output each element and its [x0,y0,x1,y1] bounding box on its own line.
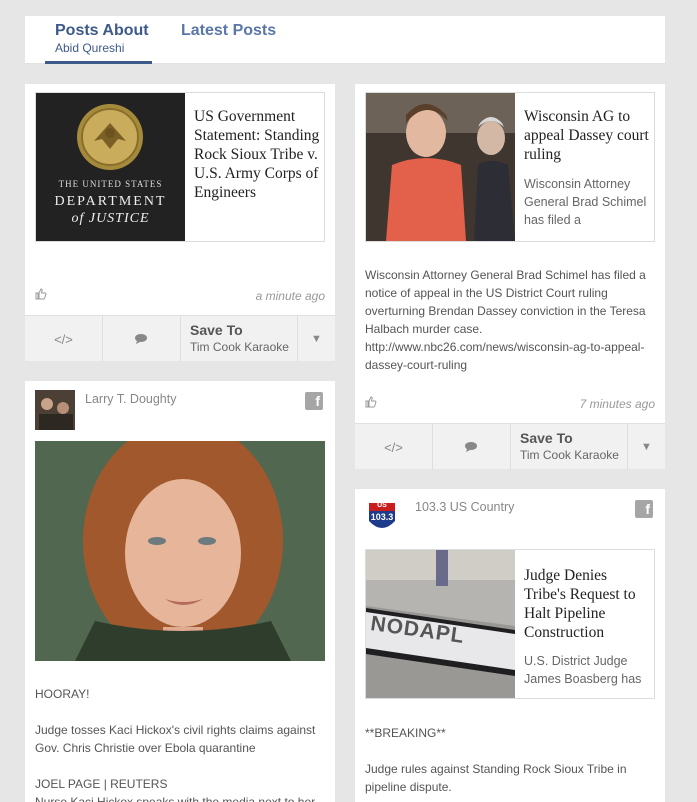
doj-line2: DEPARTMENT [54,194,167,209]
doj-line3: of JUSTICE [71,211,150,226]
save-to-label: Save To [190,322,243,338]
post-card-dassey: Wisconsin AG to appeal Dassey court ruli… [355,84,665,470]
post-text-2: Judge rules against Standing Rock Sioux … [365,762,627,794]
logo-top-text: US [377,502,387,509]
link-preview[interactable]: NODAPL Judge Denies Tribe's Request to H… [365,549,655,699]
link-title[interactable]: Judge Denies Tribe's Request to Halt Pip… [524,566,650,642]
post-text-1: **BREAKING** [365,726,446,740]
avatar[interactable] [35,390,75,430]
code-icon: </> [384,439,403,455]
facebook-icon: f [635,500,653,518]
post-body: Wisconsin Attorney General Brad Schimel … [365,268,646,372]
tab-latest-posts[interactable]: Latest Posts [181,21,276,41]
save-to-button[interactable]: Save To Tim Cook Karaoke [520,429,619,463]
tab-bar: Posts About Abid Qureshi Latest Posts [25,16,665,64]
doj-line1: THE UNITED STATES [58,179,163,189]
post-text-3: JOEL PAGE | REUTERS [35,777,168,791]
save-to-button[interactable]: Save To Tim Cook Karaoke [190,321,289,355]
link-preview[interactable]: THE UNITED STATES DEPARTMENT of JUSTICE … [35,92,325,242]
author-name[interactable]: 103.3 US Country [415,500,514,514]
comment-button[interactable] [433,424,511,470]
post-text-2: Judge tosses Kaci Hickox's civil rights … [35,723,316,755]
doj-seal-image: THE UNITED STATES DEPARTMENT of JUSTICE [36,93,185,241]
hickox-photo[interactable] [35,441,325,661]
save-dropdown-button[interactable]: ▼ [627,424,665,470]
link-description: Wisconsin Attorney General Brad Schimel … [524,177,647,227]
link-preview[interactable]: Wisconsin AG to appeal Dassey court ruli… [365,92,655,242]
save-to-target: Tim Cook Karaoke [520,448,619,462]
caret-down-icon: ▼ [311,333,322,345]
avatar[interactable]: US 103.3 [365,499,399,539]
tab-posts-about-person: Abid Qureshi [55,41,125,55]
link-description: U.S. District Judge James Boasberg has [524,654,642,686]
comment-icon [464,442,477,452]
save-dropdown-button[interactable]: ▼ [297,316,335,362]
facebook-icon: f [305,392,323,410]
embed-button[interactable]: </> [25,316,103,362]
post-card-doj: THE UNITED STATES DEPARTMENT of JUSTICE … [25,84,335,362]
nodapl-photo: NODAPL [366,550,515,698]
post-time: 7 minutes ago [579,397,655,411]
link-title[interactable]: Wisconsin AG to appeal Dassey court ruli… [524,107,650,164]
comment-icon [134,334,147,344]
code-icon: </> [54,331,73,347]
post-card-pipeline: US 103.3 103.3 US Country f NODAPL Judge… [355,489,665,802]
save-to-target: Tim Cook Karaoke [190,340,289,354]
post-text-4: Nurse Kaci Hickox speaks with the media … [35,795,316,802]
tab-posts-about[interactable]: Posts About Abid Qureshi [45,21,152,64]
caret-down-icon: ▼ [641,441,652,453]
tab-posts-about-label: Posts About [55,22,149,39]
save-to-label: Save To [520,430,573,446]
post-text-1: HOORAY! [35,687,90,701]
post-time: a minute ago [255,289,325,303]
action-bar: </> Save To Tim Cook Karaoke ▼ [355,423,665,470]
embed-button[interactable]: </> [355,424,433,470]
like-icon[interactable] [365,396,377,411]
dassey-photo [366,93,515,241]
action-bar: </> Save To Tim Cook Karaoke ▼ [25,315,335,362]
link-title[interactable]: US Government Statement: Standing Rock S… [194,107,320,202]
author-name[interactable]: Larry T. Doughty [85,392,176,406]
like-icon[interactable] [35,288,47,303]
comment-button[interactable] [103,316,181,362]
logo-number-text: 103.3 [370,512,394,522]
post-card-hickox: Larry T. Doughty f HOORAY! Judge tosses … [25,381,335,802]
